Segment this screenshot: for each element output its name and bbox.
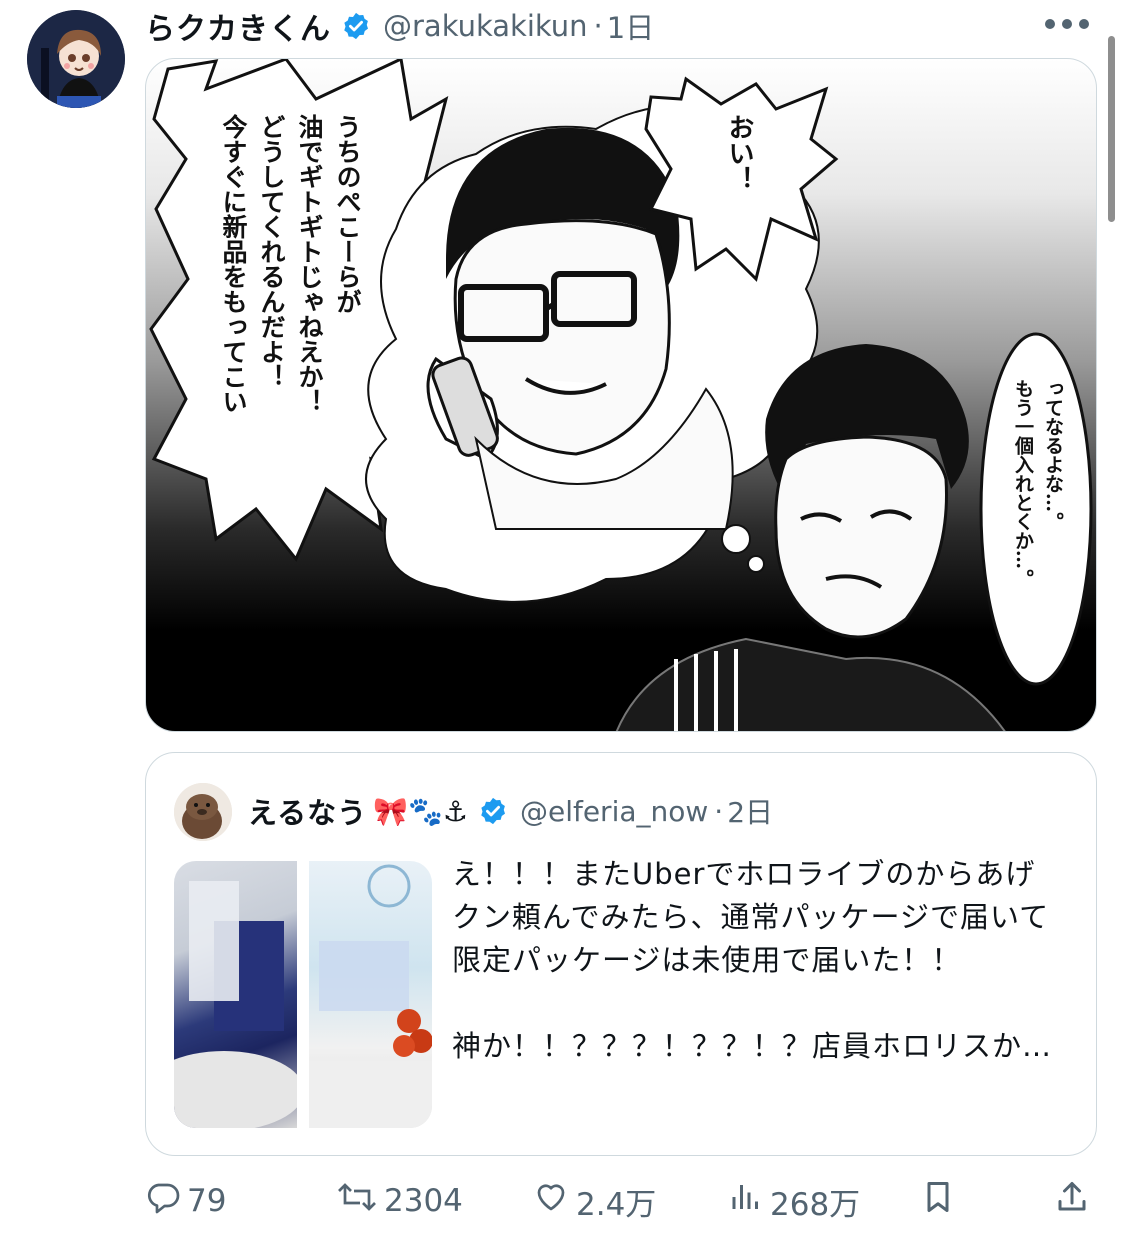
author-handle[interactable]: @rakukakikun: [383, 9, 588, 43]
quoted-text-line-5: 神か！！？？？！？？！？店員ホロリスか…: [452, 1029, 1053, 1063]
manga-side-line-1: ってなるよな…。: [1042, 379, 1064, 531]
quoted-image-2[interactable]: [309, 861, 432, 1128]
like-button[interactable]: 2.4万: [532, 1176, 656, 1226]
quoted-tweet[interactable]: えるなう 🎀🐾⚓ @elferia_now · 2日 え！！！またUberでホロ…: [145, 752, 1097, 1156]
quoted-header: えるなう 🎀🐾⚓ @elferia_now · 2日: [248, 789, 773, 833]
reply-count: 79: [187, 1183, 227, 1219]
scrollbar[interactable]: [1108, 36, 1115, 222]
separator-dot: ·: [714, 794, 724, 828]
reply-icon: [145, 1179, 187, 1223]
manga-text-line-2: 油でギトギトじゃねえか！: [295, 114, 324, 414]
quoted-name-emojis: 🎀🐾⚓: [373, 794, 468, 828]
bookmark-icon: [920, 1179, 962, 1223]
manga-text-line-1: うちのぺこーらが: [333, 114, 362, 314]
manga-text-line-4: 今すぐに新品をもってこい: [219, 114, 248, 414]
like-count: 2.4万: [576, 1186, 657, 1223]
separator-dot: ·: [593, 9, 603, 43]
quoted-handle[interactable]: @elferia_now: [520, 795, 708, 828]
repost-icon: [336, 1179, 384, 1223]
quoted-text-line-1: え！！！またUberでホロライブのからあげ: [452, 857, 1036, 891]
quoted-image-1[interactable]: [174, 861, 297, 1128]
manga-side-line-2: もう一個入れとくか…。: [1012, 379, 1034, 588]
manga-shout-text: おい！: [724, 114, 754, 192]
author-avatar[interactable]: [27, 10, 125, 108]
share-button[interactable]: [1054, 1176, 1096, 1226]
quoted-text-line-3: 限定パッケージは未使用で届いた！！: [452, 943, 962, 977]
author-name[interactable]: らクカきくん: [145, 4, 331, 48]
manga-text-line-3: どうしてくれるんだよ！: [257, 114, 286, 389]
quoted-text: え！！！またUberでホロライブのからあげ クン頼んでみたら、通常パッケージで届…: [452, 853, 1082, 1068]
tweet-time[interactable]: 1日: [607, 5, 654, 47]
share-icon: [1054, 1179, 1096, 1223]
tweet-image[interactable]: うちのぺこーらが 油でギトギトじゃねえか！ どうしてくれるんだよ！ 今すぐに新品…: [145, 58, 1097, 732]
quoted-author-name[interactable]: えるなう: [248, 790, 367, 832]
action-bar: 79 2304 2.4万 268万: [0, 1176, 1125, 1226]
heart-icon: [532, 1179, 576, 1223]
views-button[interactable]: 268万: [728, 1176, 860, 1226]
bookmark-button[interactable]: [920, 1176, 962, 1226]
views-icon: [728, 1179, 770, 1223]
repost-button[interactable]: 2304: [336, 1176, 463, 1226]
reply-button[interactable]: 79: [145, 1176, 226, 1226]
verified-badge-icon: [478, 796, 508, 826]
tweet-header: らクカきくん @rakukakikun · 1日: [145, 4, 654, 48]
quoted-author-avatar[interactable]: [174, 783, 232, 841]
more-options-icon[interactable]: [1045, 14, 1089, 34]
quoted-text-line-4: [452, 982, 1082, 1025]
views-count: 268万: [770, 1186, 861, 1223]
quoted-text-line-2: クン頼んでみたら、通常パッケージで届いて: [452, 900, 1050, 934]
verified-badge-icon: [341, 11, 371, 41]
repost-count: 2304: [384, 1183, 463, 1219]
quoted-time[interactable]: 2日: [727, 791, 773, 831]
